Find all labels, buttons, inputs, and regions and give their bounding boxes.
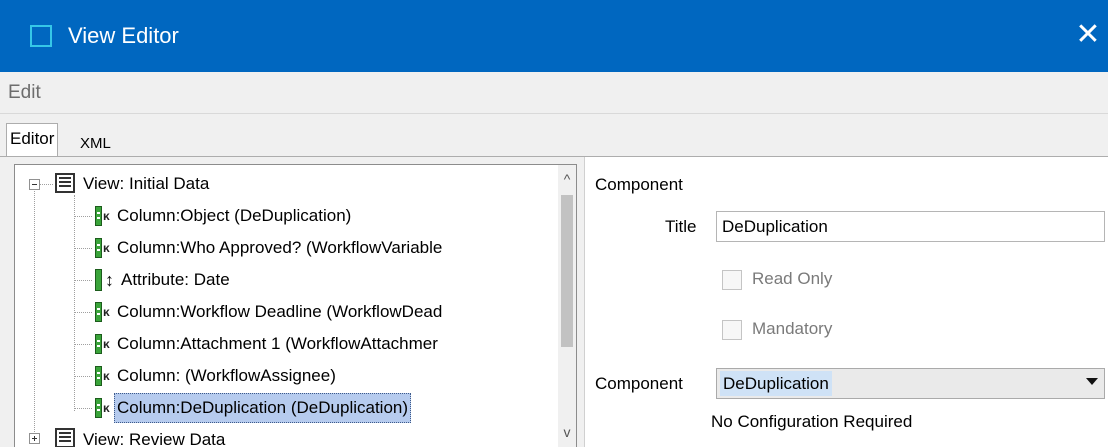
view-icon <box>55 428 75 447</box>
window-title: View Editor <box>68 23 179 48</box>
column-icon: ᴋ <box>95 366 111 386</box>
chevron-down-icon <box>1086 378 1098 385</box>
menu-bar: Edit <box>0 72 1108 114</box>
column-icon: ᴋ <box>95 334 111 354</box>
tree-node-label: Column:Attachment 1 (WorkflowAttachmer <box>117 334 438 353</box>
column-icon: ᴋ <box>95 238 111 258</box>
menu-edit[interactable]: Edit <box>8 82 41 104</box>
title-label: Title <box>665 217 697 236</box>
tree-node-label: Column:Object (DeDuplication) <box>117 206 352 225</box>
component-selected-value: DeDuplication <box>720 371 832 396</box>
tree-connector <box>74 376 92 377</box>
component-label: Component <box>595 374 683 393</box>
expand-icon[interactable] <box>29 433 40 444</box>
tree-connector <box>34 189 35 434</box>
tab-editor[interactable]: Editor <box>6 123 59 157</box>
view-icon <box>55 173 75 193</box>
tree-node-label: Column:Workflow Deadline (WorkflowDead <box>117 302 443 321</box>
component-properties-pane: Component Title Read Only Mandatory Comp… <box>584 157 1108 447</box>
attribute-icon: ↕ <box>95 269 119 291</box>
collapse-icon[interactable] <box>29 179 40 190</box>
tree-node-label: Column:DeDuplication (DeDuplication) <box>114 393 412 423</box>
tree-connector <box>74 248 92 249</box>
tree-connector <box>74 216 92 217</box>
tab-xml[interactable]: XML <box>77 129 114 159</box>
tree-connector <box>74 344 92 345</box>
window-app-icon <box>30 25 52 47</box>
column-icon: ᴋ <box>95 302 111 322</box>
tree-connector <box>74 312 92 313</box>
component-heading: Component <box>595 175 683 194</box>
tree-node-label: View: Review Data <box>83 430 226 447</box>
config-note: No Configuration Required <box>711 412 913 431</box>
component-dropdown[interactable]: DeDuplication <box>716 368 1105 399</box>
mandatory-checkbox <box>722 320 742 340</box>
read-only-checkbox <box>722 270 742 290</box>
close-icon[interactable]: ✕ <box>1073 20 1103 50</box>
scroll-thumb[interactable] <box>561 195 573 347</box>
tree-connector <box>39 184 53 185</box>
mandatory-label: Mandatory <box>752 319 833 338</box>
title-input[interactable] <box>716 211 1105 242</box>
tree-connector <box>74 280 92 281</box>
tree-node-label: View: Initial Data <box>83 174 210 193</box>
tree-node-label: Column:Who Approved? (WorkflowVariable <box>117 238 443 257</box>
tree-connector <box>74 195 75 411</box>
scroll-down-icon[interactable]: v <box>558 423 576 441</box>
tree-connector <box>74 408 92 409</box>
title-bar: View Editor ✕ <box>0 0 1108 72</box>
tree-node-label: Column: (WorkflowAssignee) <box>117 366 336 385</box>
view-tree-pane[interactable]: View: Initial Data ᴋ Column:Object (DeDu… <box>14 164 577 447</box>
read-only-label: Read Only <box>752 269 833 288</box>
tree-scrollbar[interactable]: ^ v <box>558 165 576 447</box>
scroll-up-icon[interactable]: ^ <box>558 170 576 188</box>
column-icon: ᴋ <box>95 398 111 418</box>
tab-strip: Editor XML <box>0 113 1108 158</box>
column-icon: ᴋ <box>95 206 111 226</box>
tree-node-label: Attribute: Date <box>121 270 230 289</box>
